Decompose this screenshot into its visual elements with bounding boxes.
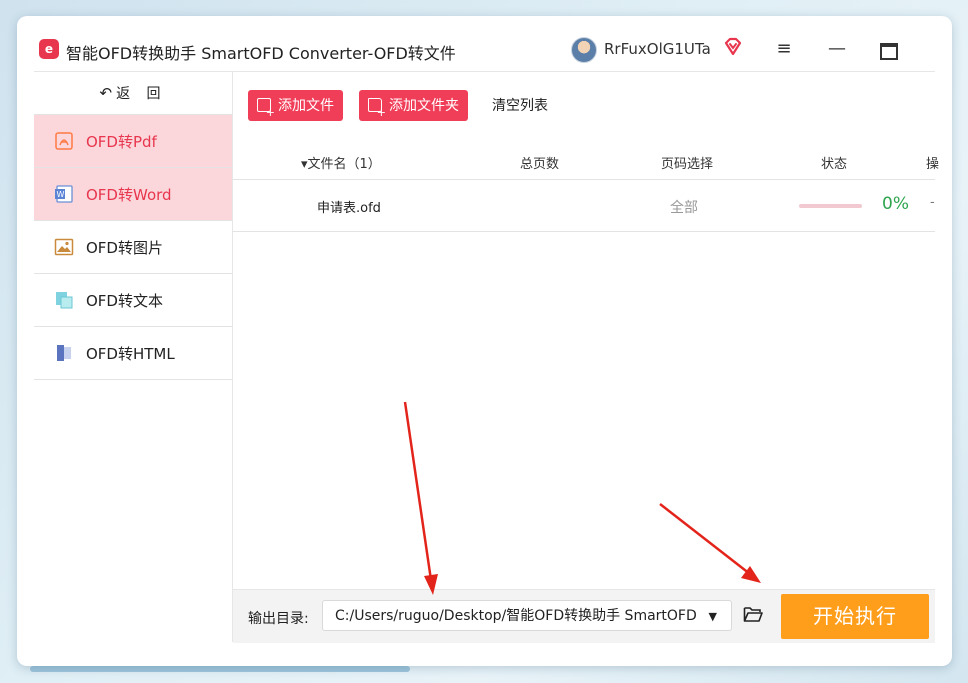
output-dir-label: 输出目录:	[248, 611, 309, 627]
clear-list-button[interactable]: 清空列表	[492, 95, 548, 115]
column-operation: 操	[926, 157, 940, 172]
app-title: 智能OFD转换助手 SmartOFD Converter-OFD转文件	[66, 44, 456, 63]
column-pages: 总页数	[520, 157, 560, 172]
desktop-taskbar-strip	[30, 666, 410, 672]
row-operation[interactable]: -	[930, 195, 935, 210]
sidebar-item-label: OFD转HTML	[86, 344, 175, 363]
add-file-button[interactable]: 添加文件	[248, 89, 343, 121]
app-window: e 智能OFD转换助手 SmartOFD Converter-OFD转文件 Rr…	[17, 16, 952, 666]
sidebar-item-label: OFD转图片	[86, 238, 163, 257]
table-header: ▾文件名（1） 总页数 页码选择 状态 操	[233, 141, 939, 180]
sidebar-item-label: OFD转Word	[86, 185, 172, 204]
toolbar: 添加文件 添加文件夹 清空列表	[248, 89, 548, 121]
add-file-icon	[257, 98, 275, 118]
back-button[interactable]: ↶ 返 回	[34, 72, 232, 115]
sidebar-item-ofd-to-image[interactable]: OFD转图片	[34, 221, 232, 274]
footer-bar: 输出目录: C:/Users/ruguo/Desktop/智能OFD转换助手 S…	[233, 589, 935, 643]
back-label: 返 回	[116, 86, 167, 102]
table-row[interactable]: 申请表.ofd 全部 0% -	[233, 179, 935, 232]
maximize-button[interactable]	[876, 36, 902, 62]
output-dir-select[interactable]: C:/Users/ruguo/Desktop/智能OFD转换助手 SmartOF…	[322, 600, 732, 631]
sidebar-item-ofd-to-html[interactable]: OFD转HTML	[34, 327, 232, 380]
column-filename[interactable]: ▾文件名（1）	[301, 153, 381, 172]
image-icon	[54, 237, 74, 257]
row-page-select[interactable]: 全部	[670, 197, 698, 217]
main-panel: 添加文件 添加文件夹 清空列表 ▾文件名（1） 总页数 页码选择 状态 操 申请…	[233, 71, 939, 643]
user-avatar[interactable]	[571, 37, 597, 63]
chevron-down-icon[interactable]: ▼	[702, 601, 717, 630]
pdf-icon	[54, 131, 74, 151]
sidebar-item-label: OFD转文本	[86, 291, 163, 310]
title-bar: e 智能OFD转换助手 SmartOFD Converter-OFD转文件 Rr…	[17, 16, 952, 71]
app-logo-icon: e	[39, 39, 59, 59]
menu-icon[interactable]: ≡	[771, 36, 797, 62]
username[interactable]: RrFuxOlG1UTa	[604, 40, 711, 58]
open-folder-icon[interactable]	[743, 605, 763, 623]
add-file-label: 添加文件	[278, 98, 334, 114]
back-arrow-icon: ↶	[99, 84, 113, 102]
sidebar-item-label: OFD转Pdf	[86, 132, 157, 151]
vip-diamond-icon[interactable]	[723, 37, 743, 57]
row-progress-bar	[799, 204, 862, 208]
add-folder-button[interactable]: 添加文件夹	[359, 89, 468, 121]
html-icon	[54, 343, 74, 363]
svg-text:W: W	[57, 190, 65, 199]
minimize-button[interactable]: —	[824, 36, 850, 62]
column-page-select: 页码选择	[661, 157, 714, 172]
add-folder-label: 添加文件夹	[389, 98, 459, 114]
start-button[interactable]: 开始执行	[781, 594, 929, 639]
word-icon: W	[54, 184, 74, 204]
sidebar-item-ofd-to-word[interactable]: W OFD转Word	[34, 168, 232, 221]
output-dir-value: C:/Users/ruguo/Desktop/智能OFD转换助手 SmartOF…	[335, 608, 697, 624]
sidebar: ↶ 返 回 OFD转Pdf W OFD转Word OFD转图片 OFD转文本 O…	[34, 71, 233, 642]
column-status: 状态	[821, 157, 848, 172]
sidebar-item-ofd-to-text[interactable]: OFD转文本	[34, 274, 232, 327]
add-folder-icon	[368, 98, 386, 118]
row-progress-percent: 0%	[882, 194, 909, 214]
sidebar-item-ofd-to-pdf[interactable]: OFD转Pdf	[34, 115, 232, 168]
row-filename: 申请表.ofd	[317, 201, 381, 216]
text-icon	[54, 290, 74, 310]
